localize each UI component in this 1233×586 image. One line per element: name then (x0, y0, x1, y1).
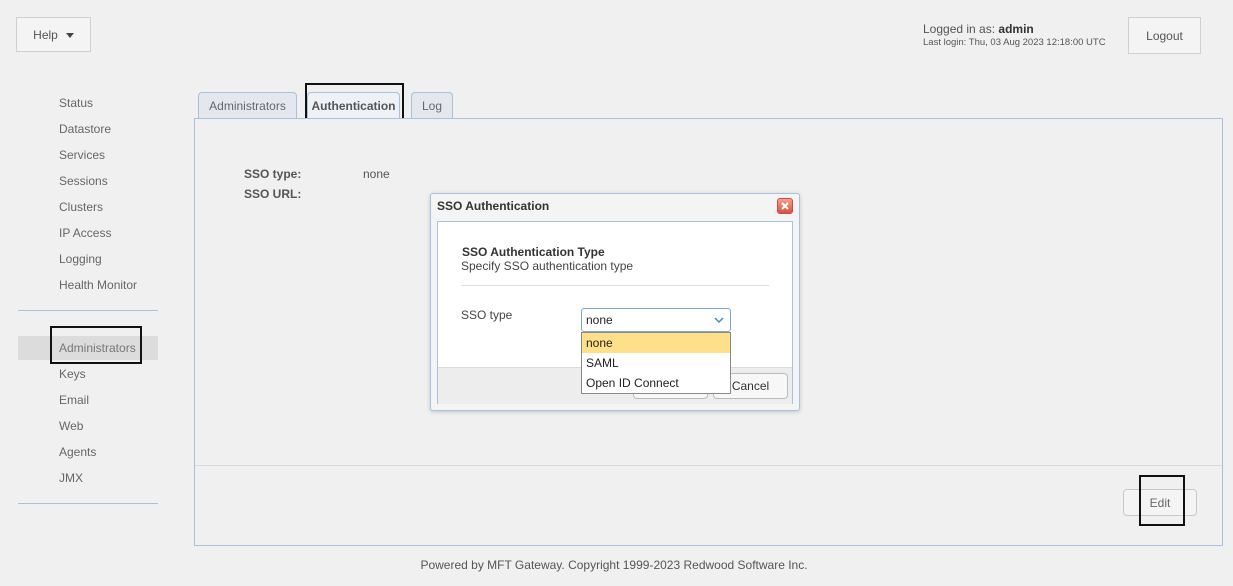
sidebar-item-services[interactable]: Services (59, 148, 105, 162)
sidebar-item-ip-access[interactable]: IP Access (59, 226, 111, 240)
edit-button[interactable]: Edit (1123, 489, 1197, 516)
sidebar-divider (18, 310, 158, 311)
help-label: Help (33, 27, 58, 42)
option-saml[interactable]: SAML (582, 353, 730, 373)
last-login: Last login: Thu, 03 Aug 2023 12:18:00 UT… (923, 37, 1106, 48)
dialog-title: SSO Authentication (437, 199, 550, 213)
dialog-divider (461, 285, 769, 286)
sso-url-label: SSO URL: (244, 187, 302, 201)
option-none[interactable]: none (582, 333, 730, 353)
sidebar-divider (18, 503, 158, 504)
login-info: Logged in as: admin Last login: Thu, 03 … (923, 22, 1106, 48)
logged-in-prefix: Logged in as: (923, 22, 999, 36)
dialog-heading: SSO Authentication Type (462, 245, 605, 259)
sidebar-item-sessions[interactable]: Sessions (59, 174, 108, 188)
sidebar-item-agents[interactable]: Agents (59, 445, 96, 459)
sso-type-field-label: SSO type (461, 308, 513, 322)
sidebar-item-logging[interactable]: Logging (59, 252, 102, 266)
sso-type-value: none (363, 167, 390, 181)
sidebar-item-web[interactable]: Web (59, 419, 83, 433)
tab-administrators[interactable]: Administrators (198, 92, 297, 118)
sidebar-item-administrators[interactable]: Administrators (59, 341, 136, 355)
sso-type-dropdown-list: none SAML Open ID Connect (581, 332, 731, 394)
sidebar-item-datastore[interactable]: Datastore (59, 122, 111, 136)
sidebar-item-status[interactable]: Status (59, 96, 93, 110)
dialog-subheading: Specify SSO authentication type (461, 259, 634, 273)
close-icon[interactable] (777, 198, 793, 214)
close-x-glyph (781, 202, 789, 210)
sso-type-select[interactable]: none (581, 308, 731, 332)
option-open-id-connect[interactable]: Open ID Connect (582, 373, 730, 393)
sidebar-item-clusters[interactable]: Clusters (59, 200, 103, 214)
username: admin (998, 22, 1034, 36)
tab-log[interactable]: Log (411, 92, 453, 118)
logout-button[interactable]: Logout (1128, 17, 1201, 54)
sso-type-label: SSO type: (244, 167, 302, 181)
sso-type-selected-value: none (586, 313, 613, 327)
chevron-down-icon (714, 317, 724, 324)
sidebar-item-jmx[interactable]: JMX (59, 471, 83, 485)
sidebar-item-health-monitor[interactable]: Health Monitor (59, 278, 137, 292)
help-menu-button[interactable]: Help (16, 17, 91, 52)
footer-copyright: Powered by MFT Gateway. Copyright 1999-2… (420, 558, 808, 572)
sidebar-item-keys[interactable]: Keys (59, 367, 86, 381)
tab-authentication[interactable]: Authentication (307, 92, 400, 118)
panel-footer-divider (195, 465, 1222, 466)
sidebar-item-email[interactable]: Email (59, 393, 89, 407)
caret-down-icon (65, 32, 74, 38)
